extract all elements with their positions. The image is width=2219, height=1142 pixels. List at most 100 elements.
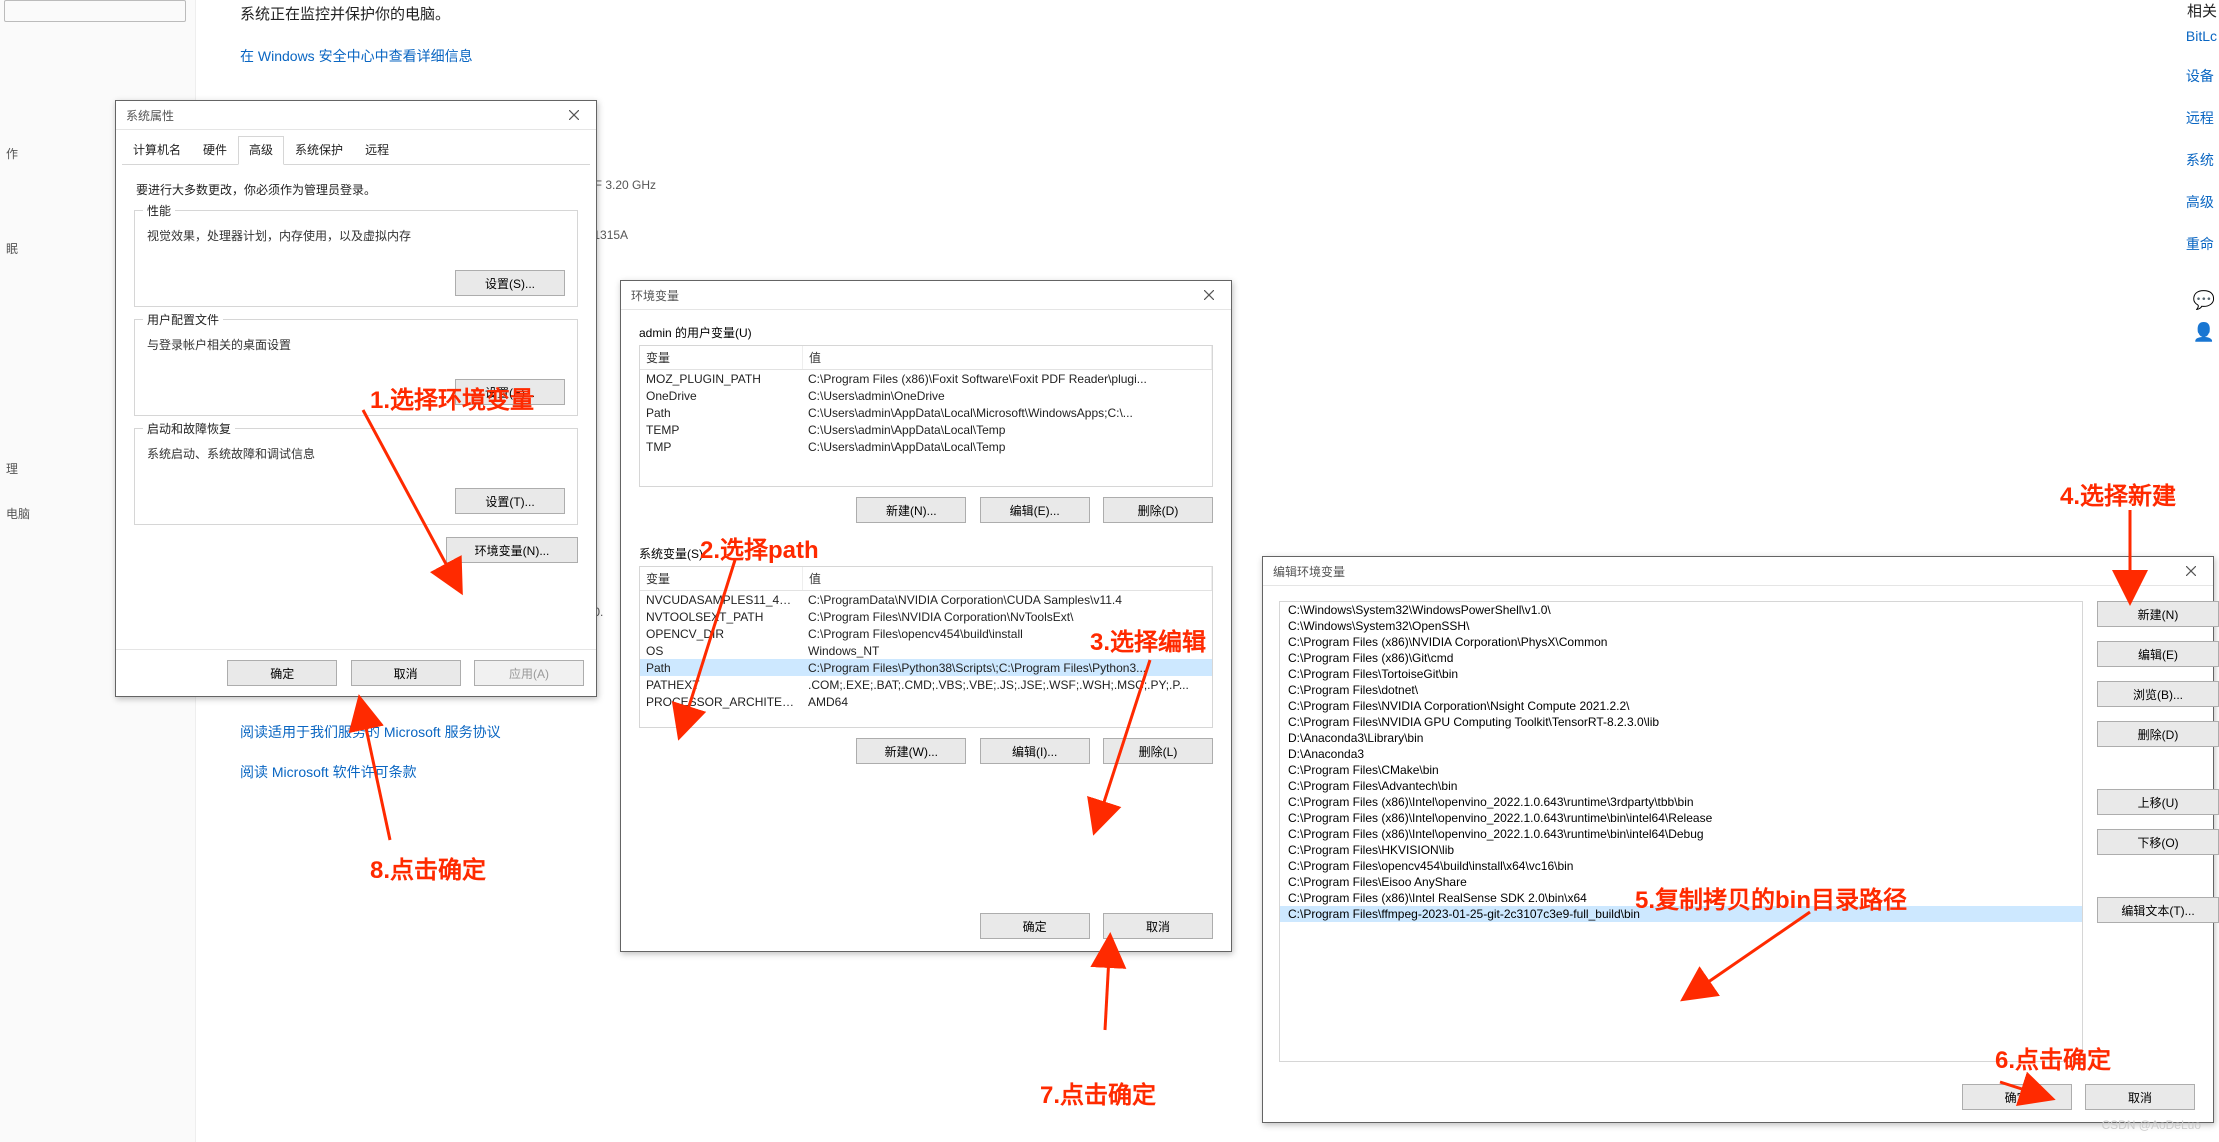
related-link[interactable]: BitLc bbox=[2186, 28, 2217, 44]
sys-new-button[interactable]: 新建(W)... bbox=[856, 738, 966, 764]
edit-env-var-window: 编辑环境变量 C:\Windows\System32\WindowsPowerS… bbox=[1262, 556, 2214, 1123]
list-item[interactable]: C:\Program Files\ffmpeg-2023-01-25-git-2… bbox=[1280, 906, 2082, 922]
sys-vars-list[interactable]: 变量值 NVCUDASAMPLES11_4_R...C:\ProgramData… bbox=[639, 566, 1213, 728]
sys-vars-caption: 系统变量(S) bbox=[639, 545, 1213, 562]
list-item[interactable]: C:\Program Files\NVIDIA Corporation\Nsig… bbox=[1280, 698, 2082, 714]
system-properties-window: 系统属性 计算机名硬件高级系统保护远程 要进行大多数更改，你必须作为管理员登录。… bbox=[115, 100, 597, 697]
win1-ok-button[interactable]: 确定 bbox=[227, 660, 337, 686]
path-new-button[interactable]: 新建(N) bbox=[2097, 601, 2219, 627]
list-item[interactable]: C:\Program Files\dotnet\ bbox=[1280, 682, 2082, 698]
table-row[interactable]: PathC:\Program Files\Python38\Scripts\;C… bbox=[640, 659, 1212, 676]
ms-license-link[interactable]: 阅读 Microsoft 软件许可条款 bbox=[240, 762, 417, 782]
user-edit-button[interactable]: 编辑(E)... bbox=[980, 497, 1090, 523]
tab-1[interactable]: 硬件 bbox=[192, 136, 238, 164]
annotation-8: 8.点击确定 bbox=[370, 850, 486, 885]
list-item[interactable]: C:\Program Files (x86)\NVIDIA Corporatio… bbox=[1280, 634, 2082, 650]
user-vars-list[interactable]: 变量值 MOZ_PLUGIN_PATHC:\Program Files (x86… bbox=[639, 345, 1213, 487]
table-row[interactable]: NVTOOLSEXT_PATHC:\Program Files\NVIDIA C… bbox=[640, 608, 1212, 625]
annotation-7: 7.点击确定 bbox=[1040, 1075, 1156, 1110]
sidebar-item-c[interactable]: 眠 bbox=[6, 240, 18, 257]
win1-cancel-button[interactable]: 取消 bbox=[351, 660, 461, 686]
path-edit-button[interactable]: 编辑(E) bbox=[2097, 641, 2219, 667]
user-vars-caption: admin 的用户变量(U) bbox=[639, 324, 1213, 341]
path-up-button[interactable]: 上移(U) bbox=[2097, 789, 2219, 815]
profile-settings-button[interactable]: 设置(E)... bbox=[455, 379, 565, 405]
ms-service-link[interactable]: 阅读适用于我们服务的 Microsoft 服务协议 bbox=[240, 722, 501, 742]
list-item[interactable]: C:\Program Files\HKVISION\lib bbox=[1280, 842, 2082, 858]
table-row[interactable]: TMPC:\Users\admin\AppData\Local\Temp bbox=[640, 438, 1212, 455]
perf-legend: 性能 bbox=[143, 202, 175, 219]
path-entries-list[interactable]: C:\Windows\System32\WindowsPowerShell\v1… bbox=[1279, 601, 2083, 1062]
sidebar-item-d[interactable]: 电脑 bbox=[6, 505, 30, 522]
win3-title: 编辑环境变量 bbox=[1263, 557, 1355, 586]
tab-3[interactable]: 系统保护 bbox=[284, 136, 354, 164]
list-item[interactable]: D:\Anaconda3 bbox=[1280, 746, 2082, 762]
list-item[interactable]: C:\Windows\System32\WindowsPowerShell\v1… bbox=[1280, 602, 2082, 618]
perf-settings-button[interactable]: 设置(S)... bbox=[455, 270, 565, 296]
table-row[interactable]: PATHEXT.COM;.EXE;.BAT;.CMD;.VBS;.VBE;.JS… bbox=[640, 676, 1212, 693]
list-item[interactable]: C:\Program Files\Advantech\bin bbox=[1280, 778, 2082, 794]
col-val: 值 bbox=[803, 567, 1212, 590]
list-item[interactable]: C:\Program Files (x86)\Intel\openvino_20… bbox=[1280, 794, 2082, 810]
related-link[interactable]: 远程 bbox=[2186, 108, 2217, 128]
sidebar-item-b[interactable]: 理 bbox=[6, 460, 18, 477]
list-item[interactable]: C:\Program Files\NVIDIA GPU Computing To… bbox=[1280, 714, 2082, 730]
table-row[interactable]: PathC:\Users\admin\AppData\Local\Microso… bbox=[640, 404, 1212, 421]
table-row[interactable]: OPENCV_DIRC:\Program Files\opencv454\bui… bbox=[640, 625, 1212, 642]
sidebar-item-a[interactable]: 作 bbox=[6, 145, 18, 162]
tab-4[interactable]: 远程 bbox=[354, 136, 400, 164]
feedback-icon[interactable]: 💬 bbox=[2193, 290, 2215, 311]
table-row[interactable]: OneDriveC:\Users\admin\OneDrive bbox=[640, 387, 1212, 404]
admin-note: 要进行大多数更改，你必须作为管理员登录。 bbox=[136, 181, 582, 198]
col-var: 变量 bbox=[640, 346, 803, 369]
close-icon[interactable] bbox=[2169, 557, 2213, 585]
related-link[interactable]: 系统 bbox=[2186, 150, 2217, 170]
path-delete-button[interactable]: 删除(D) bbox=[2097, 721, 2219, 747]
list-item[interactable]: C:\Program Files\Eisoo AnyShare bbox=[1280, 874, 2082, 890]
list-item[interactable]: C:\Program Files\CMake\bin bbox=[1280, 762, 2082, 778]
win2-cancel-button[interactable]: 取消 bbox=[1103, 913, 1213, 939]
startup-settings-button[interactable]: 设置(T)... bbox=[455, 488, 565, 514]
tab-2[interactable]: 高级 bbox=[238, 136, 284, 165]
table-row[interactable]: PROCESSOR_ARCHITECT...AMD64 bbox=[640, 693, 1212, 710]
security-details-link[interactable]: 在 Windows 安全中心中查看详细信息 bbox=[240, 46, 473, 66]
related-link[interactable]: 设备 bbox=[2186, 66, 2217, 86]
perf-desc: 视觉效果，处理器计划，内存使用，以及虚拟内存 bbox=[147, 227, 565, 244]
list-item[interactable]: C:\Program Files (x86)\Git\cmd bbox=[1280, 650, 2082, 666]
win3-cancel-button[interactable]: 取消 bbox=[2085, 1084, 2195, 1110]
win3-ok-button[interactable]: 确定 bbox=[1962, 1084, 2072, 1110]
col-var: 变量 bbox=[640, 567, 803, 590]
list-item[interactable]: C:\Program Files (x86)\Intel RealSense S… bbox=[1280, 890, 2082, 906]
table-row[interactable]: OSWindows_NT bbox=[640, 642, 1212, 659]
close-icon[interactable] bbox=[1187, 281, 1231, 309]
tab-0[interactable]: 计算机名 bbox=[122, 136, 192, 164]
table-row[interactable]: NVCUDASAMPLES11_4_R...C:\ProgramData\NVI… bbox=[640, 591, 1212, 608]
list-item[interactable]: C:\Program Files\TortoiseGit\bin bbox=[1280, 666, 2082, 682]
close-icon[interactable] bbox=[552, 101, 596, 129]
path-down-button[interactable]: 下移(O) bbox=[2097, 829, 2219, 855]
list-item[interactable]: C:\Program Files (x86)\Intel\openvino_20… bbox=[1280, 810, 2082, 826]
sys-edit-button[interactable]: 编辑(I)... bbox=[980, 738, 1090, 764]
person-icon[interactable]: 👤 bbox=[2193, 322, 2215, 343]
col-val: 值 bbox=[803, 346, 1212, 369]
win1-title: 系统属性 bbox=[116, 101, 184, 130]
related-link[interactable]: 高级 bbox=[2186, 192, 2217, 212]
security-status: 系统正在监控并保护你的电脑。 bbox=[240, 3, 450, 24]
win2-title: 环境变量 bbox=[621, 281, 689, 310]
related-link[interactable]: 重命 bbox=[2186, 234, 2217, 254]
env-vars-button[interactable]: 环境变量(N)... bbox=[446, 537, 578, 563]
list-item[interactable]: D:\Anaconda3\Library\bin bbox=[1280, 730, 2082, 746]
path-browse-button[interactable]: 浏览(B)... bbox=[2097, 681, 2219, 707]
search-box-cropped[interactable] bbox=[4, 0, 186, 22]
sys-delete-button[interactable]: 删除(L) bbox=[1103, 738, 1213, 764]
table-row[interactable]: TEMPC:\Users\admin\AppData\Local\Temp bbox=[640, 421, 1212, 438]
win2-ok-button[interactable]: 确定 bbox=[980, 913, 1090, 939]
list-item[interactable]: C:\Program Files (x86)\Intel\openvino_20… bbox=[1280, 826, 2082, 842]
startup-desc: 系统启动、系统故障和调试信息 bbox=[147, 445, 565, 462]
path-edit-text-button[interactable]: 编辑文本(T)... bbox=[2097, 897, 2219, 923]
user-delete-button[interactable]: 删除(D) bbox=[1103, 497, 1213, 523]
list-item[interactable]: C:\Program Files\opencv454\build\install… bbox=[1280, 858, 2082, 874]
list-item[interactable]: C:\Windows\System32\OpenSSH\ bbox=[1280, 618, 2082, 634]
table-row[interactable]: MOZ_PLUGIN_PATHC:\Program Files (x86)\Fo… bbox=[640, 370, 1212, 387]
user-new-button[interactable]: 新建(N)... bbox=[856, 497, 966, 523]
